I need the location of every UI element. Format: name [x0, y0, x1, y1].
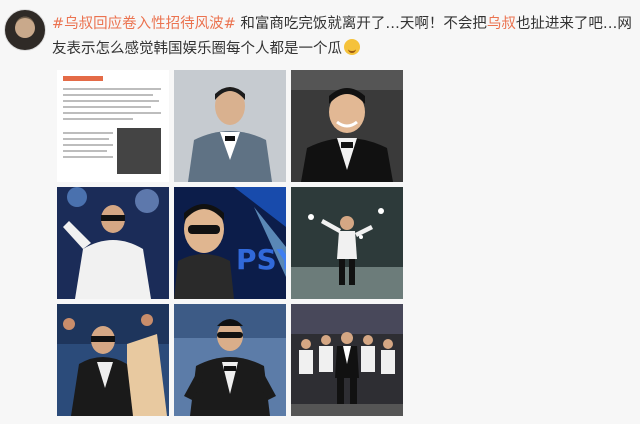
doc-line — [63, 138, 109, 140]
mention-link[interactable]: 乌叔 — [487, 16, 516, 32]
image-7-psy-concert-crowd[interactable] — [57, 304, 169, 416]
doc-line — [63, 144, 113, 146]
doc-line — [63, 118, 133, 120]
doc-line — [63, 150, 107, 152]
melon-face-emoji — [344, 39, 360, 55]
user-avatar[interactable] — [4, 9, 46, 51]
photo-stadium-performance — [174, 304, 286, 416]
image-8-psy-stadium-performance[interactable] — [174, 304, 286, 416]
doc-inset-photo — [117, 128, 161, 174]
image-1-article-screenshot[interactable] — [57, 70, 169, 182]
photo-black-tuxedo — [291, 70, 403, 182]
doc-line — [63, 112, 161, 114]
image-5-psy-sunglasses-stage[interactable]: PSY — [174, 187, 286, 299]
doc-title-mark — [63, 76, 103, 81]
photo-group-dance — [291, 304, 403, 416]
doc-line — [63, 156, 113, 158]
image-2-psy-grey-suit[interactable] — [174, 70, 286, 182]
doc-line — [63, 100, 159, 102]
photo-sunglasses-stage: PSY — [174, 187, 286, 299]
image-3-psy-black-tuxedo[interactable] — [291, 70, 403, 182]
post-text-segment-1: 和富商吃完饭就离开了…天啊！不会把 — [235, 16, 487, 32]
svg-text:PSY: PSY — [236, 243, 286, 276]
photo-dancing-stage — [291, 187, 403, 299]
weibo-post-card: #乌叔回应卷入性招待风波# 和富商吃完饭就离开了…天啊！不会把乌叔也扯进来了吧…… — [0, 0, 640, 424]
image-grid: PSY — [57, 70, 405, 416]
image-9-psy-group-dance[interactable] — [291, 304, 403, 416]
photo-grey-suit — [174, 70, 286, 182]
doc-line — [63, 106, 151, 108]
doc-line — [63, 132, 113, 134]
hashtag-link[interactable]: #乌叔回应卷入性招待风波# — [52, 16, 236, 32]
photo-concert-crowd — [57, 304, 169, 416]
photo-white-suit-stage — [57, 187, 169, 299]
image-4-psy-white-suit-stage[interactable] — [57, 187, 169, 299]
doc-line — [63, 88, 161, 90]
image-6-psy-dancing-stage[interactable] — [291, 187, 403, 299]
post-text: #乌叔回应卷入性招待风波# 和富商吃完饭就离开了…天啊！不会把乌叔也扯进来了吧…… — [52, 12, 632, 62]
doc-line — [63, 94, 153, 96]
